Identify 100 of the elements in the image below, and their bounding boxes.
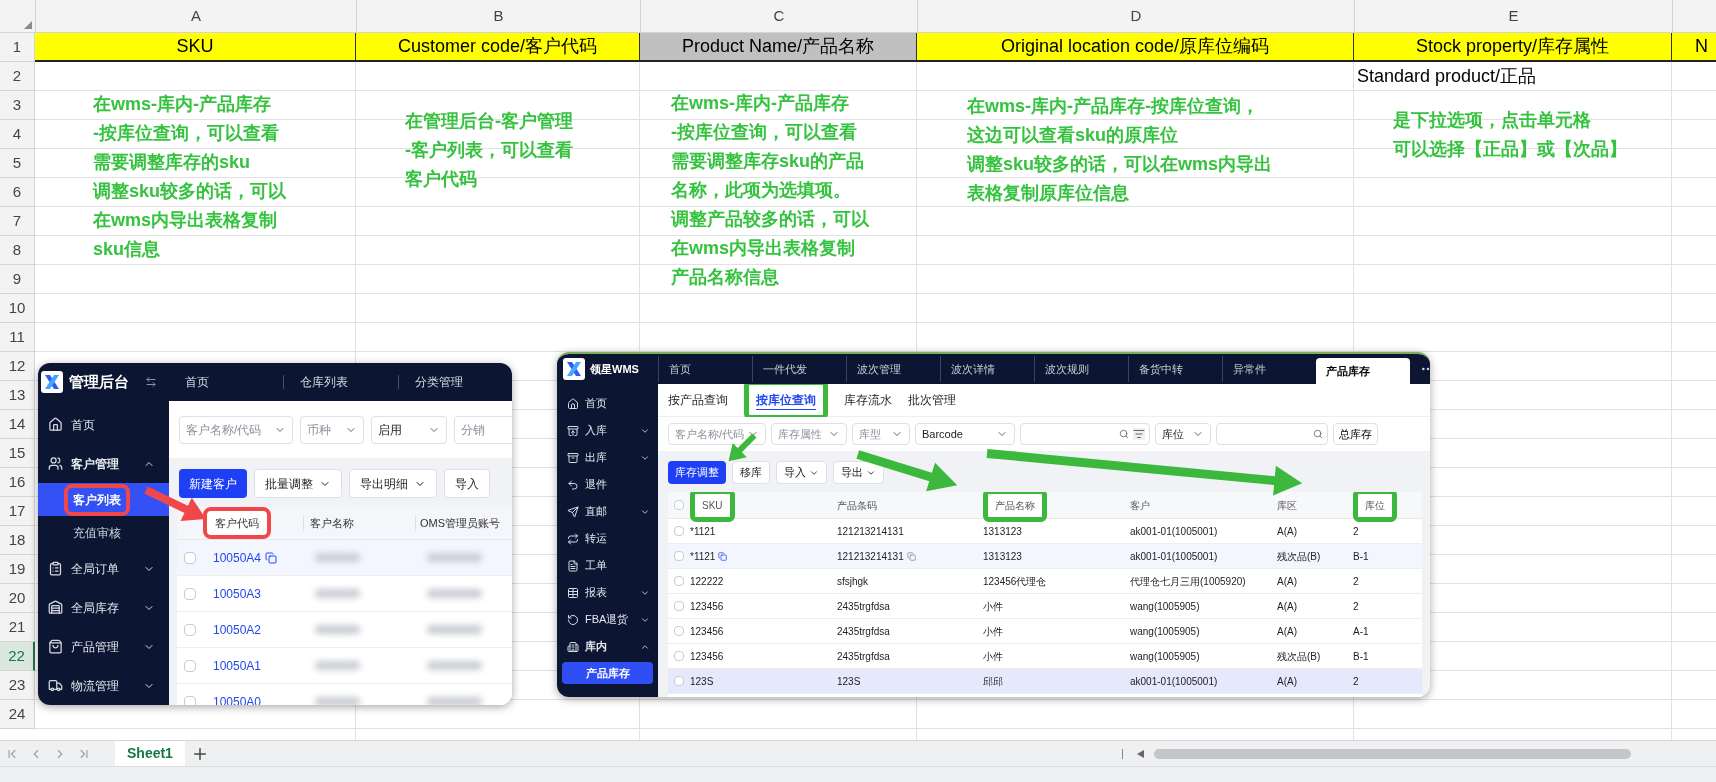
row-number[interactable]: 18: [0, 526, 35, 555]
search-icon[interactable]: [1313, 429, 1323, 439]
search-field[interactable]: [1020, 423, 1150, 445]
toolbar-button[interactable]: 批量调整: [254, 469, 342, 498]
sub-tab[interactable]: 库存流水: [844, 391, 892, 409]
customer-code-link[interactable]: 10050A0: [213, 692, 262, 705]
nav-tab[interactable]: 分类管理: [414, 373, 463, 391]
select-field[interactable]: Barcode: [915, 423, 1015, 445]
customer-code-link[interactable]: 10050A2: [213, 620, 262, 639]
search-icon[interactable]: [1119, 429, 1129, 439]
nav-tab[interactable]: 异常件: [1233, 360, 1266, 378]
toolbar-button[interactable]: 导入: [444, 469, 490, 498]
row-number[interactable]: 15: [0, 439, 35, 468]
row-number[interactable]: 23: [0, 671, 35, 700]
sidebar-item[interactable]: 库内: [557, 633, 658, 660]
row-number[interactable]: 13: [0, 381, 35, 410]
checkbox[interactable]: [184, 695, 196, 705]
row-number[interactable]: 5: [0, 149, 35, 178]
row-number[interactable]: 12: [0, 352, 35, 381]
row-number[interactable]: 24: [0, 700, 35, 729]
row-number[interactable]: 19: [0, 555, 35, 584]
checkbox[interactable]: [674, 576, 684, 586]
table-row[interactable]: 123S 123S 邱邱 ak001-01(1005001) A(A) 2: [668, 669, 1422, 694]
row-number[interactable]: 11: [0, 323, 35, 352]
column-header[interactable]: D: [917, 0, 1354, 32]
checkbox[interactable]: [184, 587, 196, 600]
nav-tab[interactable]: 产品库存: [1316, 358, 1410, 384]
toolbar-button[interactable]: 新建客户: [179, 469, 247, 498]
horizontal-scrollbar[interactable]: [1154, 748, 1631, 759]
sheet-tab[interactable]: Sheet1: [115, 740, 185, 767]
sidebar-item[interactable]: 退件: [557, 471, 658, 498]
sidebar-item[interactable]: 全局订单: [38, 549, 169, 588]
row-number[interactable]: 2: [0, 62, 35, 91]
customer-code-link[interactable]: 10050A3: [213, 584, 262, 603]
sidebar-item[interactable]: 首页: [557, 390, 658, 417]
table-row[interactable]: 10050A4: [177, 540, 512, 576]
row-number[interactable]: 9: [0, 265, 35, 294]
column-header[interactable]: E: [1354, 0, 1672, 32]
table-row[interactable]: *1121 121213214131 1313123 ak001-01(1005001) 残次品(B) B-1: [668, 544, 1422, 569]
checkbox[interactable]: [184, 659, 196, 672]
sub-tab[interactable]: 批次管理: [908, 391, 956, 409]
sidebar-item[interactable]: 产品管理: [38, 627, 169, 666]
checkbox[interactable]: [674, 676, 684, 686]
copy-icon[interactable]: [718, 551, 728, 561]
column-header[interactable]: B: [356, 0, 640, 32]
checkbox[interactable]: [184, 551, 196, 564]
search-field[interactable]: [1216, 423, 1328, 445]
sidebar-subitem[interactable]: 客户列表: [64, 483, 130, 516]
row-number[interactable]: 1: [0, 33, 35, 62]
checkbox[interactable]: [674, 601, 684, 611]
nav-tab[interactable]: 备货中转: [1139, 360, 1183, 378]
sidebar-item[interactable]: FBA退货: [557, 606, 658, 633]
toolbar-button[interactable]: 导出: [833, 461, 884, 484]
nav-tab[interactable]: 首页: [669, 360, 691, 378]
filter-icon[interactable]: [1133, 428, 1145, 440]
sub-tab[interactable]: 按产品查询: [668, 391, 728, 409]
scroll-left-icon[interactable]: [1137, 749, 1144, 758]
sidebar-item[interactable]: 入库: [557, 417, 658, 444]
toolbar-button[interactable]: 移库: [732, 461, 770, 484]
nav-tab[interactable]: 一件代发: [763, 360, 807, 378]
customer-code-link[interactable]: 10050A1: [213, 656, 262, 675]
row-number[interactable]: 7: [0, 207, 35, 236]
row-number[interactable]: 6: [0, 178, 35, 207]
toolbar-button[interactable]: 导入: [776, 461, 827, 484]
row-number[interactable]: 21: [0, 613, 35, 642]
sidebar-item[interactable]: 直邮: [557, 498, 658, 525]
customer-code-link[interactable]: 10050A4: [213, 548, 262, 567]
nav-tab[interactable]: 首页: [185, 373, 209, 391]
sidebar-item[interactable]: 报表: [557, 579, 658, 606]
sidebar-subitem[interactable]: 产品库存: [562, 662, 653, 684]
nav-tab[interactable]: 波次规则: [1045, 360, 1089, 378]
row-number[interactable]: 4: [0, 120, 35, 149]
select-all-icon[interactable]: [24, 21, 32, 29]
select-field[interactable]: 启用: [371, 415, 447, 444]
sidebar-item[interactable]: 物流管理: [38, 666, 169, 705]
column-header[interactable]: C: [640, 0, 917, 32]
sidebar-item[interactable]: 首页: [38, 405, 169, 444]
row-number[interactable]: 14: [0, 410, 35, 439]
checkbox[interactable]: [674, 526, 684, 536]
checkbox[interactable]: [674, 500, 684, 510]
row-number[interactable]: 10: [0, 294, 35, 323]
row-number[interactable]: 16: [0, 468, 35, 497]
swap-icon[interactable]: [145, 376, 157, 388]
total-stock-button[interactable]: 总库存: [1333, 423, 1378, 445]
nav-tab[interactable]: 波次管理: [857, 360, 901, 378]
row-number[interactable]: 17: [0, 497, 35, 526]
row-number[interactable]: 22: [0, 642, 35, 671]
toolbar-button[interactable]: 库存调整: [668, 461, 726, 484]
sidebar-item[interactable]: 客户管理: [38, 444, 169, 483]
row-number[interactable]: 3: [0, 91, 35, 120]
sidebar-item[interactable]: 全局库存: [38, 588, 169, 627]
row-number[interactable]: 20: [0, 584, 35, 613]
checkbox[interactable]: [674, 551, 684, 561]
nav-tab[interactable]: 仓库列表: [300, 373, 349, 391]
select-field[interactable]: 库位: [1155, 423, 1211, 445]
sidebar-item[interactable]: 出库: [557, 444, 658, 471]
copy-icon[interactable]: [265, 551, 278, 564]
row-number[interactable]: 8: [0, 236, 35, 265]
sidebar-item[interactable]: 工单: [557, 552, 658, 579]
copy-icon[interactable]: [906, 551, 916, 561]
